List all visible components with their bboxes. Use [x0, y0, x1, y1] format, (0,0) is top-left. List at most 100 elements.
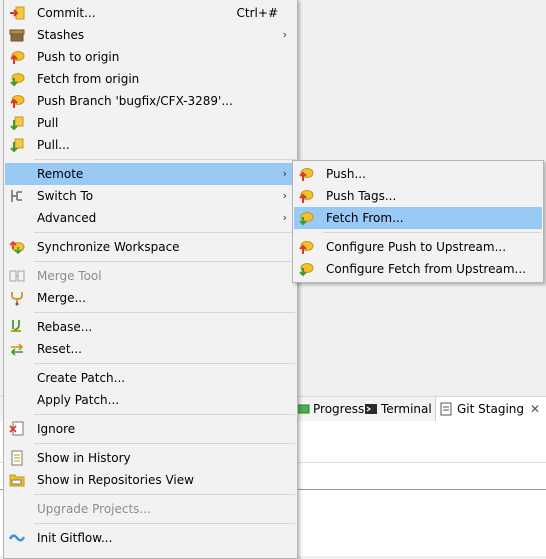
- menu-item-label: Pull...: [37, 138, 70, 152]
- repositories-icon: [9, 474, 25, 487]
- pull-dialog-icon: [10, 138, 24, 153]
- submenu-item-configure-fetch[interactable]: Configure Fetch from Upstream...: [294, 258, 542, 280]
- ignore-icon: [9, 421, 24, 436]
- menu-separator: [34, 261, 295, 262]
- tab-terminal-label: Terminal: [381, 402, 432, 416]
- menu-item-commit[interactable]: Commit... Ctrl+#: [5, 2, 296, 24]
- chevron-right-icon: ›: [282, 211, 287, 224]
- menu-item-label: Configure Fetch from Upstream...: [326, 262, 526, 276]
- push-icon: [10, 51, 25, 64]
- tab-progress-label: Progress: [313, 402, 365, 416]
- merge-icon: [11, 292, 23, 306]
- menu-separator: [34, 523, 295, 524]
- menu-item-label: Create Patch...: [37, 371, 126, 385]
- menu-separator: [34, 159, 295, 160]
- menu-separator: [323, 232, 541, 233]
- team-context-menu: Commit... Ctrl+# Stashes › Push to origi…: [3, 0, 298, 559]
- submenu-item-fetch-from[interactable]: Fetch From...: [294, 207, 542, 229]
- close-icon[interactable]: ✕: [530, 397, 540, 421]
- menu-item-stashes[interactable]: Stashes ›: [5, 24, 296, 46]
- stashes-icon: [9, 29, 25, 42]
- menu-item-label: Show in History: [37, 451, 131, 465]
- menu-item-init-gitflow[interactable]: Init Gitflow...: [5, 527, 296, 549]
- tab-progress[interactable]: Progress: [296, 397, 364, 421]
- progress-icon: [296, 404, 310, 414]
- menu-item-reset[interactable]: Reset...: [5, 338, 296, 360]
- menu-item-label: Fetch From...: [326, 211, 404, 225]
- menu-item-label: Upgrade Projects...: [37, 502, 151, 516]
- rebase-icon: [11, 320, 21, 332]
- menu-item-label: Rebase...: [37, 320, 93, 334]
- fetch-icon: [10, 73, 25, 87]
- menu-item-label: Apply Patch...: [37, 393, 120, 407]
- menu-item-label: Init Gitflow...: [37, 531, 113, 545]
- merge-tool-icon: [9, 270, 25, 282]
- menu-item-rebase[interactable]: Rebase...: [5, 316, 296, 338]
- chevron-right-icon: ›: [282, 28, 287, 41]
- menu-item-pull-dialog[interactable]: Pull...: [5, 134, 296, 156]
- menu-item-label: Reset...: [37, 342, 82, 356]
- menu-item-synchronize-workspace[interactable]: Synchronize Workspace: [5, 236, 296, 258]
- chevron-right-icon: ›: [282, 167, 287, 180]
- menu-item-label: Fetch from origin: [37, 72, 140, 86]
- shortcut-label: Ctrl+#: [236, 6, 278, 20]
- menu-item-fetch-from-origin[interactable]: Fetch from origin: [5, 68, 296, 90]
- push-icon: [299, 168, 314, 181]
- menu-item-label: Push Tags...: [326, 189, 397, 203]
- menu-item-remote[interactable]: Remote ›: [5, 163, 296, 185]
- submenu-item-configure-push[interactable]: Configure Push to Upstream...: [294, 236, 542, 258]
- menu-item-ignore[interactable]: Ignore: [5, 418, 296, 440]
- menu-separator: [34, 494, 295, 495]
- synchronize-icon: [9, 240, 25, 255]
- menu-item-label: Show in Repositories View: [37, 473, 194, 487]
- menu-item-show-in-history[interactable]: Show in History: [5, 447, 296, 469]
- menu-separator: [34, 414, 295, 415]
- menu-item-label: Ignore: [37, 422, 76, 436]
- menu-item-merge-tool[interactable]: Merge Tool: [5, 265, 296, 287]
- terminal-icon: [365, 404, 377, 414]
- menu-item-label: Remote: [37, 167, 84, 181]
- menu-item-label: Merge Tool: [37, 269, 102, 283]
- menu-separator: [34, 363, 295, 364]
- menu-item-show-in-repositories-view[interactable]: Show in Repositories View: [5, 469, 296, 491]
- gitflow-icon: [9, 534, 25, 542]
- pull-icon: [10, 116, 24, 131]
- menu-item-label: Switch To: [37, 189, 94, 203]
- push-branch-icon: [10, 95, 25, 108]
- menu-item-upgrade-projects[interactable]: Upgrade Projects...: [5, 498, 296, 520]
- menu-separator: [34, 312, 295, 313]
- menu-item-merge[interactable]: Merge...: [5, 287, 296, 309]
- commit-icon: [10, 6, 25, 20]
- configure-fetch-icon: [299, 263, 314, 277]
- submenu-item-push[interactable]: Push...: [294, 163, 542, 185]
- menu-item-label: Commit...: [37, 6, 96, 20]
- menu-item-label: Configure Push to Upstream...: [326, 240, 507, 254]
- menu-item-switch-to[interactable]: Switch To ›: [5, 185, 296, 207]
- tab-git-staging-label: Git Staging: [457, 402, 525, 416]
- tab-terminal[interactable]: Terminal: [364, 397, 432, 421]
- menu-item-label: Synchronize Workspace: [37, 240, 180, 254]
- git-staging-icon: [440, 402, 452, 416]
- menu-item-label: Push to origin: [37, 50, 120, 64]
- menu-item-push-to-origin[interactable]: Push to origin: [5, 46, 296, 68]
- menu-item-label: Stashes: [37, 28, 85, 42]
- submenu-item-push-tags[interactable]: Push Tags...: [294, 185, 542, 207]
- history-icon: [11, 450, 23, 466]
- menu-item-label: Advanced: [37, 211, 97, 225]
- menu-item-apply-patch[interactable]: Apply Patch...: [5, 389, 296, 411]
- menu-separator: [34, 232, 295, 233]
- chevron-right-icon: ›: [282, 189, 287, 202]
- switch-icon: [11, 190, 22, 202]
- menu-item-pull[interactable]: Pull: [5, 112, 296, 134]
- tab-git-staging[interactable]: Git Staging ✕: [435, 397, 546, 422]
- menu-item-push-branch[interactable]: Push Branch 'bugfix/CFX-3289'...: [5, 90, 296, 112]
- menu-separator: [34, 443, 295, 444]
- menu-item-advanced[interactable]: Advanced ›: [5, 207, 296, 229]
- menu-item-label: Merge...: [37, 291, 86, 305]
- menu-item-label: Pull: [37, 116, 59, 130]
- reset-icon: [10, 343, 24, 356]
- menu-item-create-patch[interactable]: Create Patch...: [5, 367, 296, 389]
- menu-item-label: Push...: [326, 167, 366, 181]
- push-tags-icon: [299, 190, 314, 203]
- remote-submenu: Push... Push Tags... Fetch From... Confi…: [292, 160, 544, 283]
